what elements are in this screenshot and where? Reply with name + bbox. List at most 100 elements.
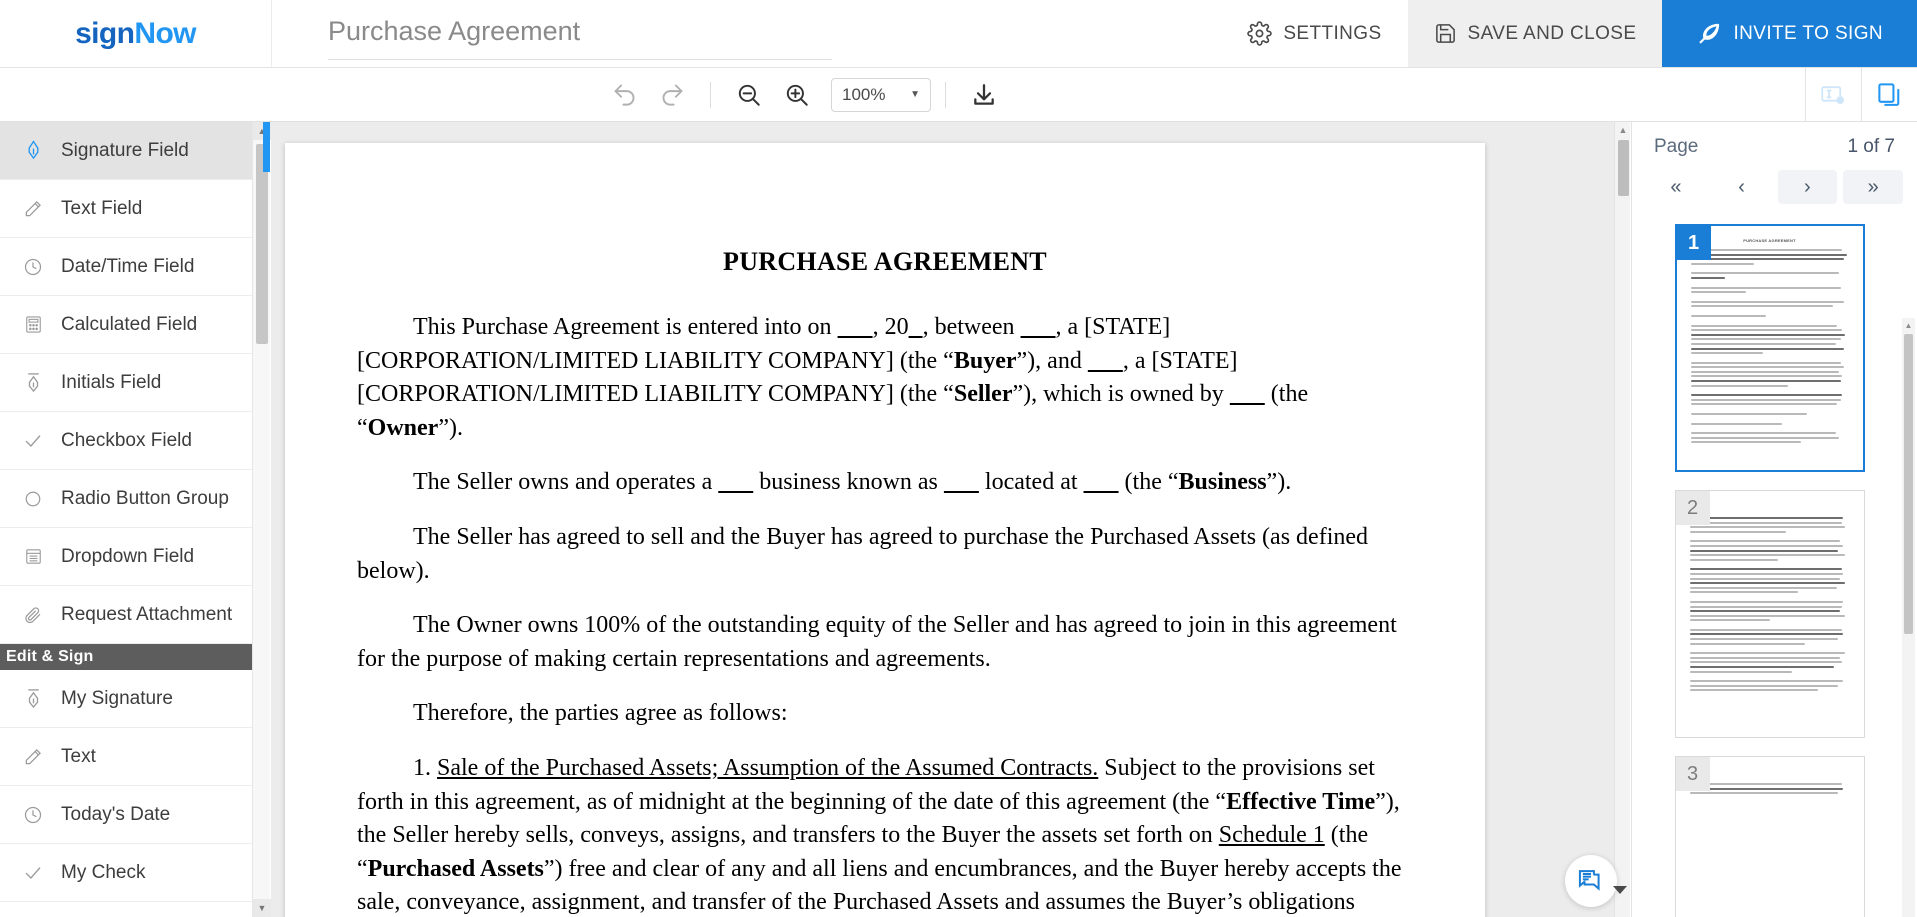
app-header: signNow Purchase Agreement SETTINGS SAVE… (0, 0, 1917, 68)
sidebar-section-label: Edit & Sign (6, 648, 94, 665)
document-paragraph: This Purchase Agreement is entered into … (357, 314, 1309, 441)
document-paragraph: The Seller has agreed to sell and the Bu… (357, 523, 1369, 584)
settings-label: SETTINGS (1283, 22, 1382, 44)
check-icon (22, 431, 44, 451)
sidebar-item-text-field[interactable]: Text Field (0, 180, 269, 238)
canvas-scroll-thumb[interactable] (1618, 140, 1629, 196)
sidebar-scrollbar[interactable]: ▲ ▼ (252, 122, 271, 917)
sidebar-item-calculated-field[interactable]: Calculated Field (0, 296, 269, 354)
sidebar-label: Text Field (61, 197, 143, 219)
initials-pen-icon (22, 372, 44, 393)
thumbnail-list[interactable]: 1 PURCHASE AGREEMENT 2 3 (1632, 218, 1917, 917)
scroll-up-icon[interactable]: ▲ (1615, 122, 1631, 138)
document-paragraph: The Seller owns and operates a business … (413, 469, 1292, 496)
save-and-close-label: SAVE AND CLOSE (1467, 22, 1637, 44)
sidebar-item-todays-date[interactable]: Today's Date (0, 786, 269, 844)
page-count-text: 1 of 7 (1847, 136, 1895, 157)
next-page-button[interactable]: › (1777, 170, 1838, 204)
document-page-1[interactable]: PURCHASE AGREEMENT This Purchase Agreeme… (285, 143, 1485, 917)
sidebar-item-request-attachment[interactable]: Request Attachment (0, 586, 269, 644)
clock-icon (22, 805, 44, 825)
undo-icon[interactable] (600, 75, 648, 115)
last-page-button[interactable]: » (1843, 170, 1903, 204)
page-thumbnail[interactable]: 1 PURCHASE AGREEMENT (1674, 224, 1865, 472)
previous-page-button[interactable]: ‹ (1712, 170, 1772, 204)
field-settings-icon[interactable] (1805, 68, 1861, 121)
save-and-close-button[interactable]: SAVE AND CLOSE (1407, 0, 1663, 67)
page-thumbnails-panel: Page 1 of 7 « ‹ › » 1 PURCHASE AGREEMENT (1631, 122, 1917, 917)
page-number-badge: 2 (1675, 491, 1710, 525)
sidebar-item-radio-button-group[interactable]: Radio Button Group (0, 470, 269, 528)
paperclip-icon (22, 605, 44, 625)
toolbar-history-group (600, 75, 696, 115)
document-paragraph: 1. Sale of the Purchased Assets; Assumpt… (357, 754, 1402, 916)
clock-icon (22, 257, 44, 277)
radio-circle-icon (22, 490, 44, 508)
settings-button[interactable]: SETTINGS (1221, 0, 1408, 67)
sidebar-label: Request Attachment (61, 603, 233, 625)
dropdown-icon (22, 547, 44, 566)
thumbnail-title: PURCHASE AGREEMENT (1743, 238, 1796, 243)
redo-icon[interactable] (648, 75, 696, 115)
zoom-in-icon[interactable] (773, 75, 821, 115)
pages-icon[interactable] (1861, 68, 1917, 121)
canvas-scrollbar[interactable]: ▲ (1614, 122, 1630, 917)
sidebar-label: Today's Date (61, 803, 171, 825)
signature-pen-icon (22, 140, 44, 161)
document-paragraph: Therefore, the parties agree as follows: (413, 700, 788, 727)
calculator-icon (22, 315, 44, 334)
sidebar-label: Text (61, 745, 96, 767)
signnow-logo: signNow (75, 17, 196, 51)
chevron-down-icon: ▼ (910, 89, 920, 100)
sidebar-item-checkbox-field[interactable]: Checkbox Field (0, 412, 269, 470)
document-paragraph: The Owner owns 100% of the outstanding e… (357, 612, 1397, 672)
thumbnail-scroll-thumb[interactable] (1904, 334, 1913, 634)
chat-collapse-caret-icon[interactable] (1613, 886, 1627, 894)
logo-area[interactable]: signNow (0, 0, 272, 67)
page-thumbnail[interactable]: 2 (1674, 490, 1865, 738)
sidebar-item-my-check[interactable]: My Check (0, 844, 269, 902)
editor-toolbar: 100% ▼ (0, 68, 1917, 122)
zoom-out-icon[interactable] (725, 75, 773, 115)
invite-to-sign-button[interactable]: INVITE TO SIGN (1662, 0, 1917, 67)
check-icon (22, 863, 44, 883)
document-canvas[interactable]: PURCHASE AGREEMENT This Purchase Agreeme… (271, 122, 1630, 917)
scroll-down-icon[interactable]: ▼ (253, 899, 271, 917)
sidebar-item-my-signature[interactable]: My Signature (0, 670, 269, 728)
invite-to-sign-label: INVITE TO SIGN (1733, 22, 1883, 44)
thumbnail-scrollbar[interactable]: ▲ (1902, 318, 1915, 917)
gear-icon (1247, 21, 1273, 46)
first-page-button[interactable]: « (1646, 170, 1706, 204)
save-floppy-icon (1434, 22, 1457, 45)
download-icon[interactable] (960, 75, 1008, 115)
sidebar-item-signature-field[interactable]: Signature Field (0, 122, 269, 180)
document-title-text[interactable]: Purchase Agreement (328, 8, 832, 60)
document-title-field[interactable]: Purchase Agreement (272, 0, 832, 67)
sidebar-item-help[interactable]: Help (0, 902, 269, 917)
chat-bubble-icon[interactable] (1565, 855, 1617, 907)
page-thumbnail[interactable]: 3 (1674, 756, 1865, 917)
sidebar-item-date-time-field[interactable]: Date/Time Field (0, 238, 269, 296)
page-number-badge: 1 (1676, 226, 1711, 260)
sidebar-label: Radio Button Group (61, 487, 229, 509)
sidebar-item-dropdown-field[interactable]: Dropdown Field (0, 528, 269, 586)
sidebar-scroll-thumb[interactable] (256, 144, 268, 344)
sidebar-label: Signature Field (61, 139, 189, 161)
sidebar-label: Dropdown Field (61, 545, 195, 567)
sidebar-active-accent-bar (263, 122, 270, 172)
sidebar-label: Date/Time Field (61, 255, 195, 277)
header-spacer (832, 0, 1221, 67)
sidebar-item-text[interactable]: Text (0, 728, 269, 786)
page-number-badge: 3 (1675, 757, 1710, 791)
sidebar-item-initials-field[interactable]: Initials Field (0, 354, 269, 412)
zoom-level-select[interactable]: 100% ▼ (831, 77, 931, 112)
scroll-up-icon[interactable]: ▲ (1902, 318, 1915, 332)
pencil-icon (22, 747, 44, 767)
zoom-level-value: 100% (842, 84, 886, 104)
logo-sign-text: sign (75, 16, 135, 50)
toolbar-zoom-group: 100% ▼ (725, 75, 931, 115)
toolbar-right-group (1805, 68, 1917, 121)
document-heading: PURCHASE AGREEMENT (723, 247, 1047, 276)
initials-pen-icon (22, 688, 44, 709)
feather-quill-icon (1696, 21, 1722, 47)
